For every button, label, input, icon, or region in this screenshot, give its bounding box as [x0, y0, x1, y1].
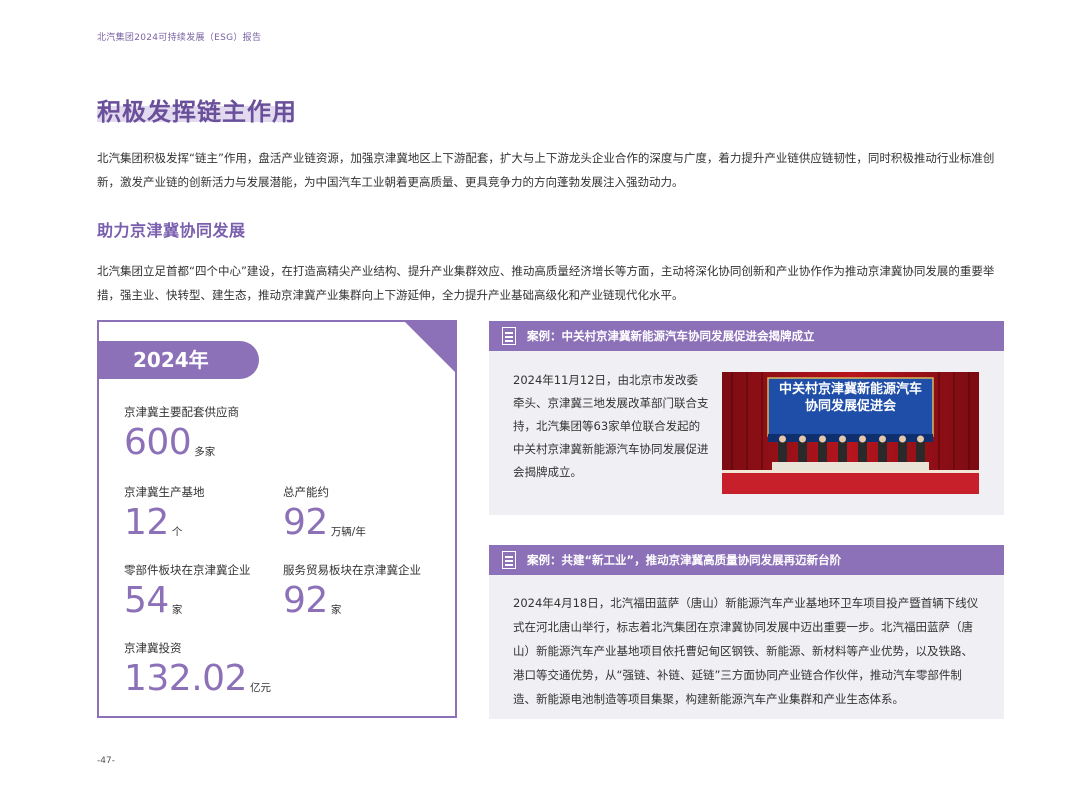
stat-value: 54 [124, 580, 169, 621]
case-header: 案例：共建“新工业”，推动京津冀高质量协同发展再迈新台阶 [489, 545, 1004, 575]
photo-banner-line2: 协同发展促进会 [804, 399, 896, 414]
page-title-block: 积极发挥链主作用 [97, 92, 297, 127]
report-header-title: 北汽集团2024可持续发展（ESG）报告 [97, 33, 262, 43]
stat-label: 京津冀生产基地 [124, 485, 205, 499]
section-paragraph: 北汽集团立足首都“四个中心”建设，在打造高精尖产业结构、提升产业集群效应、推动高… [97, 264, 995, 302]
photo-banner-line1: 中关村京津冀新能源汽车 [778, 382, 922, 397]
stats-corner-decoration [403, 320, 457, 374]
stat-unit: 多家 [194, 446, 216, 458]
case-photo: 中关村京津冀新能源汽车 协同发展促进会 [722, 372, 979, 494]
stat-value: 132.02 [124, 658, 247, 699]
stat-label: 服务贸易板块在京津冀企业 [283, 563, 421, 577]
page-title: 积极发挥链主作用 [97, 98, 297, 126]
stat-suppliers: 京津冀主要配套供应商 600 多家 [124, 404, 239, 464]
stat-label: 京津冀投资 [124, 641, 182, 655]
stats-box: 2024年 京津冀主要配套供应商 600 多家 京津冀生产基地 12 个 总产能… [97, 320, 457, 718]
case-title: 案例：共建“新工业”，推动京津冀高质量协同发展再迈新台阶 [527, 553, 842, 567]
stat-unit: 万辆/年 [330, 526, 366, 538]
document-icon [502, 551, 516, 569]
case-text: 2024年4月18日，北汽福田蓝萨（唐山）新能源汽车产业基地环卫车项目投产暨首辆… [513, 596, 979, 706]
section-title: 助力京津冀协同发展 [97, 221, 246, 240]
case-header: 案例：中关村京津冀新能源汽车协同发展促进会揭牌成立 [489, 321, 1004, 351]
intro-paragraph: 北汽集团积极发挥“链主”作用，盘活产业链资源，加强京津冀地区上下游配套，扩大与上… [97, 151, 995, 189]
stat-unit: 亿元 [249, 682, 271, 694]
stat-service-enterprises: 服务贸易板块在京津冀企业 92 家 [283, 562, 421, 622]
stat-label: 京津冀主要配套供应商 [124, 405, 239, 419]
page-number: -47- [97, 756, 115, 766]
document-icon [502, 327, 516, 345]
stat-investment: 京津冀投资 132.02 亿元 [124, 640, 271, 700]
stat-unit: 个 [171, 526, 183, 538]
stat-value: 92 [283, 580, 328, 621]
case-text: 2024年11月12日，由北京市发改委牵头、京津冀三地发展改革部门联合支持，北汽… [513, 373, 709, 479]
case-card-2: 案例：共建“新工业”，推动京津冀高质量协同发展再迈新台阶 2024年4月18日，… [489, 545, 1004, 719]
stat-unit: 家 [171, 604, 183, 616]
stat-value: 12 [124, 502, 169, 543]
stat-label: 零部件板块在京津冀企业 [124, 563, 251, 577]
stat-parts-enterprises: 零部件板块在京津冀企业 54 家 [124, 562, 251, 622]
stat-unit: 家 [330, 604, 342, 616]
stat-value: 92 [283, 502, 328, 543]
stat-value: 600 [124, 422, 192, 463]
stat-production-bases: 京津冀生产基地 12 个 [124, 484, 205, 544]
case-card-1: 案例：中关村京津冀新能源汽车协同发展促进会揭牌成立 2024年11月12日，由北… [489, 321, 1004, 515]
year-tab: 2024年 [97, 341, 259, 379]
stat-label: 总产能约 [283, 485, 329, 499]
case-title: 案例：中关村京津冀新能源汽车协同发展促进会揭牌成立 [527, 329, 815, 343]
stat-capacity: 总产能约 92 万辆/年 [283, 484, 366, 544]
